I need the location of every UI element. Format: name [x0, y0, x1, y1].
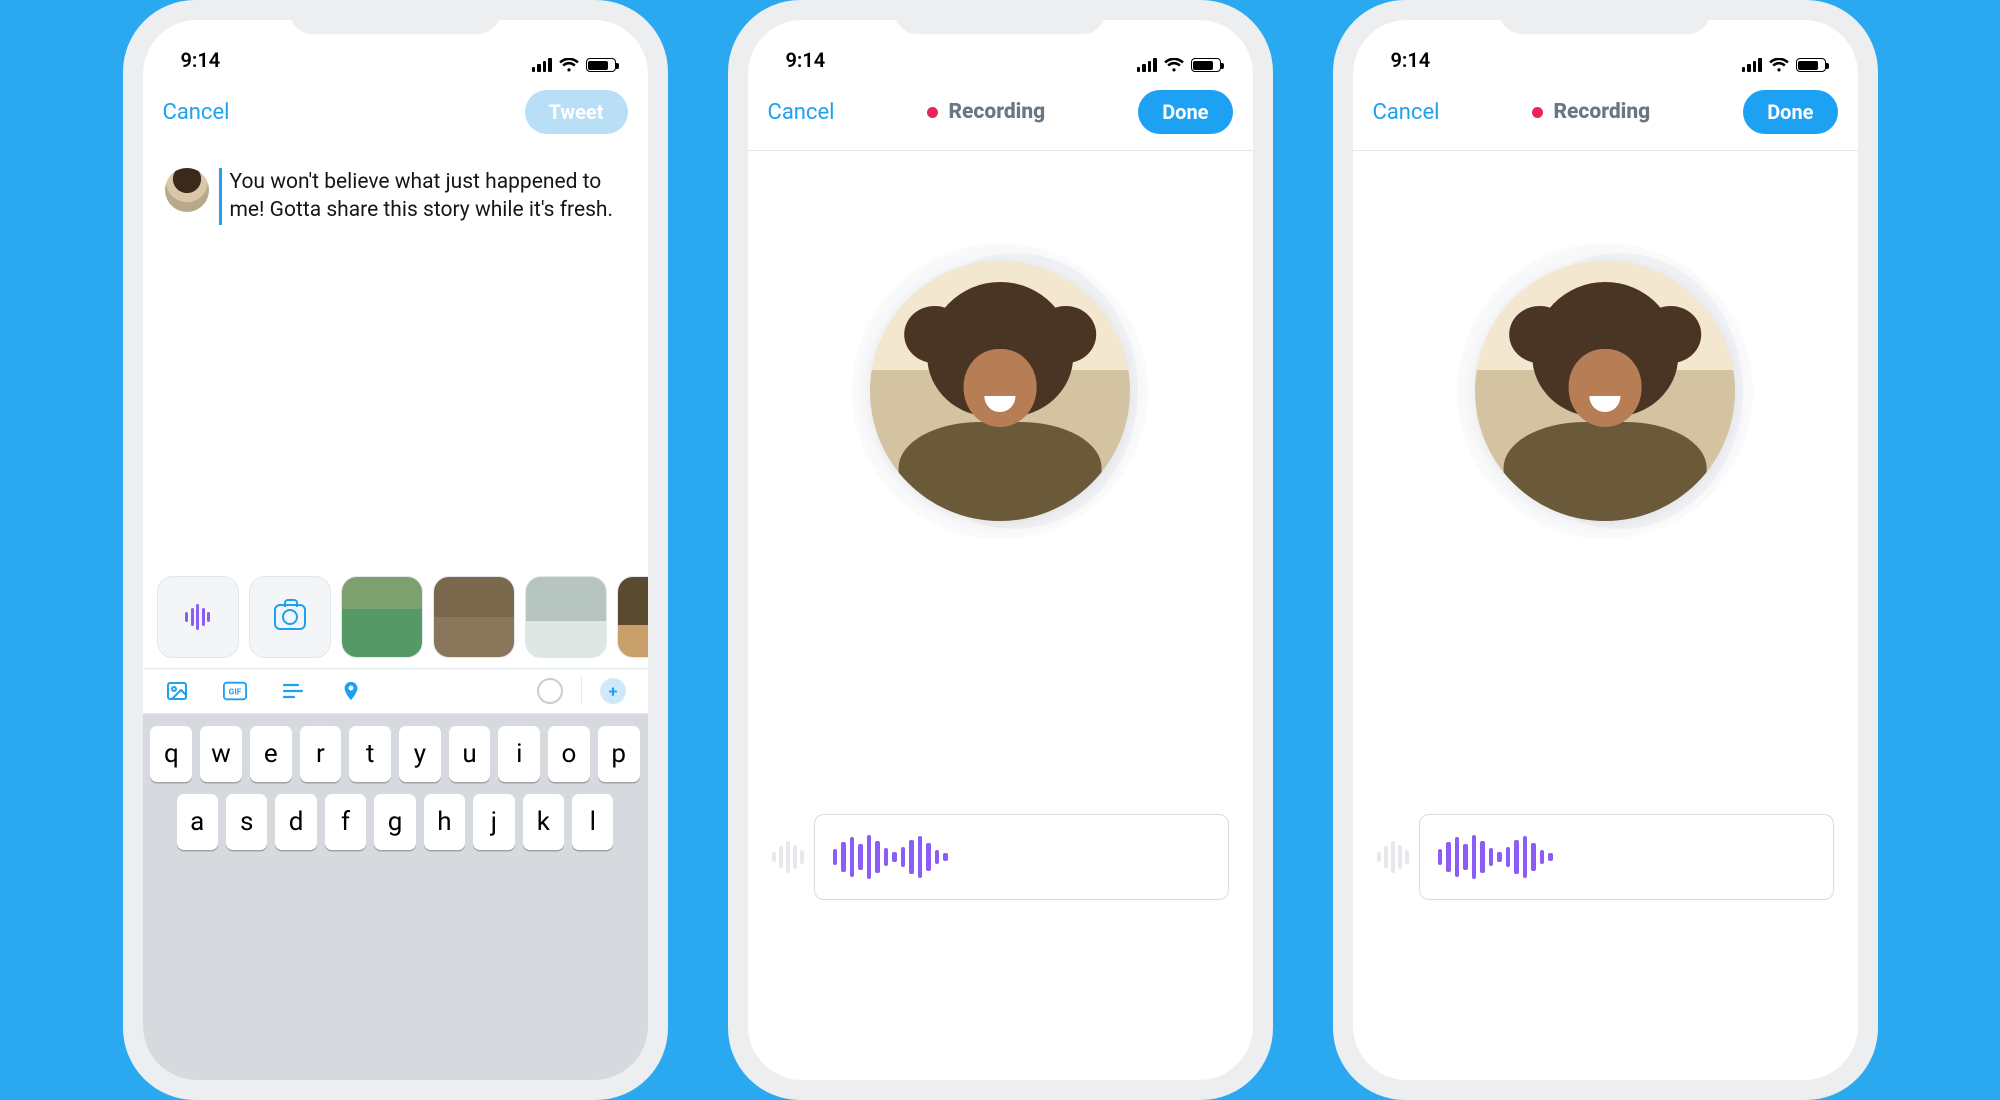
voice-tweet-tile[interactable]	[157, 576, 239, 658]
nav-bar: Cancel Recording Done	[1353, 76, 1858, 150]
status-time: 9:14	[786, 48, 826, 72]
device-notch	[1500, 0, 1710, 34]
waveform-icon	[1438, 835, 1553, 879]
voice-clip-card[interactable]	[814, 814, 1229, 900]
keyboard-row: a s d f g h j k l	[151, 794, 640, 850]
key[interactable]: p	[598, 726, 640, 782]
keyboard-row: q w e r t y u i o p	[151, 726, 640, 782]
wifi-icon	[1164, 58, 1184, 72]
recording-body	[748, 151, 1253, 1080]
status-icons	[532, 58, 616, 72]
poll-icon[interactable]	[281, 679, 305, 703]
separator	[581, 677, 582, 705]
key[interactable]: y	[399, 726, 441, 782]
battery-icon	[1796, 58, 1826, 72]
device-notch	[290, 0, 500, 34]
key[interactable]: r	[300, 726, 342, 782]
waveform-preview-icon	[772, 841, 804, 873]
character-count-icon	[537, 678, 563, 704]
key[interactable]: a	[177, 794, 218, 850]
done-button[interactable]: Done	[1138, 90, 1232, 134]
compose-text-input[interactable]: You won't believe what just happened to …	[219, 168, 626, 225]
key[interactable]: w	[200, 726, 242, 782]
add-thread-button[interactable]: +	[600, 678, 626, 704]
recording-body	[1353, 151, 1858, 1080]
battery-icon	[586, 58, 616, 72]
cellular-icon	[1137, 58, 1157, 72]
screen-recording: 9:14 Cancel Recording Done	[1353, 20, 1858, 1080]
key[interactable]: e	[250, 726, 292, 782]
key[interactable]: u	[449, 726, 491, 782]
key[interactable]: g	[374, 794, 415, 850]
key[interactable]: s	[226, 794, 267, 850]
photo-thumbnail[interactable]	[525, 576, 607, 658]
cancel-button[interactable]: Cancel	[163, 100, 230, 125]
photo-thumbnail[interactable]	[433, 576, 515, 658]
waveform-icon	[833, 835, 948, 879]
key[interactable]: d	[275, 794, 316, 850]
photo-thumbnail[interactable]	[341, 576, 423, 658]
recording-label: Recording	[1553, 100, 1650, 124]
cellular-icon	[1742, 58, 1762, 72]
recording-label: Recording	[948, 100, 1045, 124]
record-dot-icon	[927, 107, 938, 118]
waveform-preview-icon	[1377, 841, 1409, 873]
recording-status: Recording	[834, 100, 1138, 124]
key[interactable]: k	[523, 794, 564, 850]
status-time: 9:14	[181, 48, 221, 72]
phone-frame-1: 9:14 Cancel Tweet You won't believe what…	[123, 0, 668, 1100]
key[interactable]: j	[473, 794, 514, 850]
key[interactable]: o	[548, 726, 590, 782]
key[interactable]: f	[325, 794, 366, 850]
waveform-icon	[185, 604, 210, 630]
key[interactable]: l	[572, 794, 613, 850]
media-picker-row	[143, 566, 648, 668]
record-dot-icon	[1532, 107, 1543, 118]
avatar-recording[interactable]	[1475, 261, 1735, 521]
waveform-row	[748, 814, 1253, 900]
screen-compose: 9:14 Cancel Tweet You won't believe what…	[143, 20, 648, 1080]
avatar-image	[870, 261, 1130, 521]
key[interactable]: i	[498, 726, 540, 782]
device-notch	[895, 0, 1105, 34]
avatar-image	[1475, 261, 1735, 521]
phone-frame-3: 9:14 Cancel Recording Done	[1333, 0, 1878, 1100]
status-icons	[1137, 58, 1221, 72]
svg-text:GIF: GIF	[228, 688, 241, 698]
battery-icon	[1191, 58, 1221, 72]
photo-thumbnail[interactable]	[617, 576, 648, 658]
screen-recording: 9:14 Cancel Recording Done	[748, 20, 1253, 1080]
image-icon[interactable]	[165, 679, 189, 703]
keyboard[interactable]: q w e r t y u i o p a s d f g h	[143, 714, 648, 1080]
camera-tile[interactable]	[249, 576, 331, 658]
cancel-button[interactable]: Cancel	[1373, 100, 1440, 125]
waveform-row	[1353, 814, 1858, 900]
camera-icon	[274, 604, 306, 630]
gif-icon[interactable]: GIF	[223, 679, 247, 703]
key[interactable]: t	[349, 726, 391, 782]
cellular-icon	[532, 58, 552, 72]
status-icons	[1742, 58, 1826, 72]
key[interactable]: q	[150, 726, 192, 782]
nav-bar: Cancel Recording Done	[748, 76, 1253, 150]
avatar	[165, 168, 209, 212]
status-time: 9:14	[1391, 48, 1431, 72]
phone-frame-2: 9:14 Cancel Recording Done	[728, 0, 1273, 1100]
nav-bar: Cancel Tweet	[143, 76, 648, 150]
avatar-recording[interactable]	[870, 261, 1130, 521]
compose-area: You won't believe what just happened to …	[143, 150, 648, 225]
wifi-icon	[559, 58, 579, 72]
tweet-button[interactable]: Tweet	[525, 90, 628, 134]
recording-status: Recording	[1439, 100, 1743, 124]
key[interactable]: h	[424, 794, 465, 850]
wifi-icon	[1769, 58, 1789, 72]
voice-clip-card[interactable]	[1419, 814, 1834, 900]
compose-toolbar: GIF +	[143, 668, 648, 714]
done-button[interactable]: Done	[1743, 90, 1837, 134]
cancel-button[interactable]: Cancel	[768, 100, 835, 125]
location-icon[interactable]	[339, 679, 363, 703]
